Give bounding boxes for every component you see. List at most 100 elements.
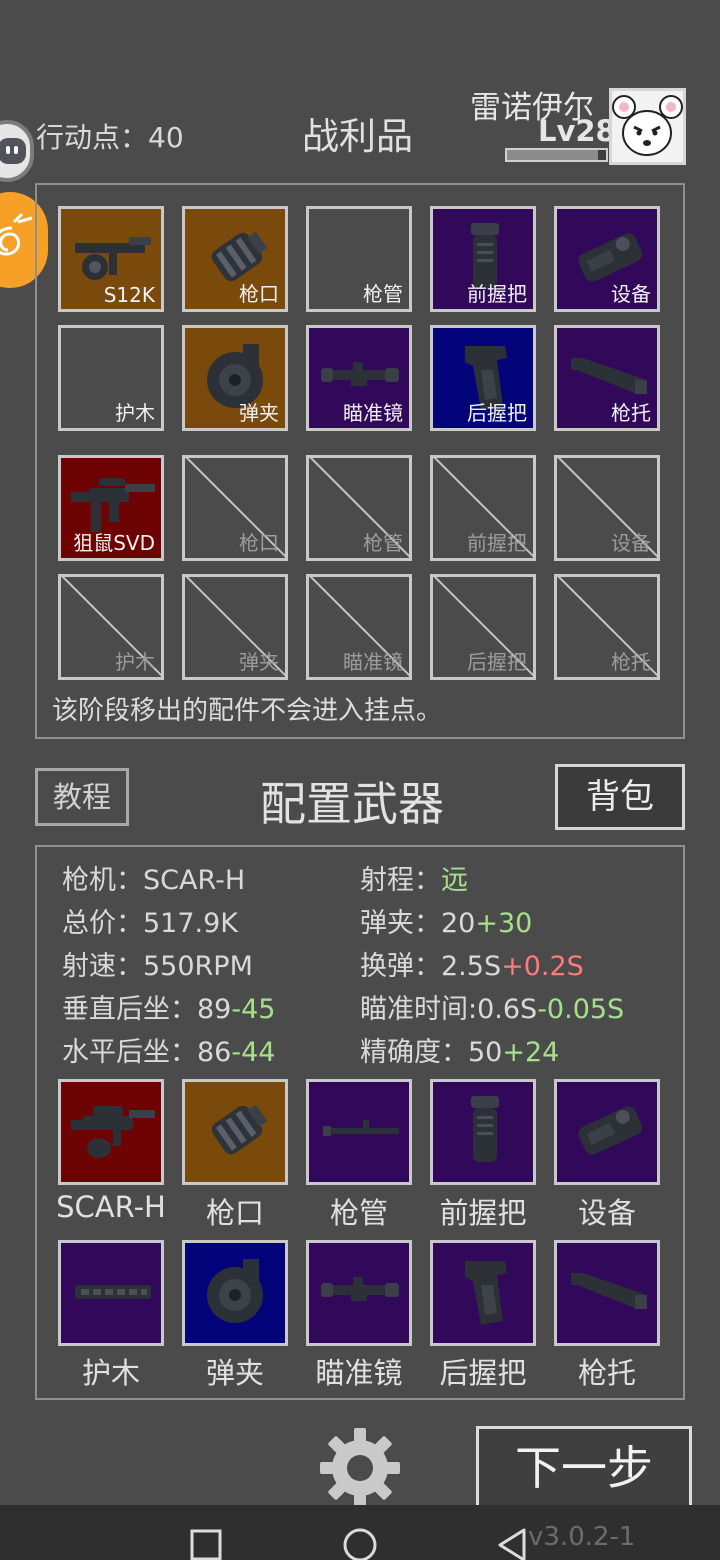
slot-label: S12K	[103, 283, 155, 307]
stat-delta: -0.05S	[537, 994, 625, 1025]
config-slot-label: 瞄准镜	[315, 1356, 403, 1390]
gear-icon	[320, 1428, 400, 1508]
slot-item[interactable]	[554, 1240, 660, 1346]
slot-item[interactable]	[182, 1240, 288, 1346]
slot-label: 枪管	[363, 531, 403, 555]
stat-receiver: 枪机：SCAR-H	[62, 858, 245, 897]
stat-label: 精确度：	[360, 1037, 468, 1068]
slot-locked: 枪管	[306, 455, 412, 561]
slot-label: 护木	[115, 650, 155, 674]
stat-accuracy: 精确度：50+24	[360, 1030, 559, 1069]
slot-label: 设备	[611, 531, 651, 555]
slot-empty[interactable]: 枪管	[306, 206, 412, 312]
slot-locked: 设备	[554, 455, 660, 561]
stat-delta: +24	[502, 1037, 560, 1068]
backpack-button[interactable]: 背包	[555, 764, 685, 830]
stat-delta: +30	[475, 908, 533, 939]
stat-delta: -45	[231, 994, 276, 1025]
slot-label: 后握把	[467, 650, 527, 674]
slot-item[interactable]	[306, 1240, 412, 1346]
stat-value: 0.6S	[477, 994, 538, 1025]
handguard-icon	[75, 1285, 151, 1299]
home-icon[interactable]	[342, 1527, 378, 1560]
config-slot-label: 枪管	[329, 1196, 388, 1230]
stat-value: 550RPM	[143, 951, 253, 982]
foregrip-icon	[471, 1096, 499, 1162]
slot-item[interactable]: 前握把	[430, 206, 536, 312]
avatar[interactable]	[609, 88, 686, 165]
stat-label: 弹夹：	[360, 908, 441, 939]
slot-item[interactable]: 枪口	[182, 206, 288, 312]
slot-item[interactable]: 后握把	[430, 325, 536, 431]
config-slot-label: 弹夹	[205, 1356, 264, 1390]
stat-range: 射程：远	[360, 858, 468, 897]
assault-rifle-icon	[71, 1106, 155, 1158]
slot-label: 瞄准镜	[343, 650, 403, 674]
config-slot-label: 后握把	[439, 1356, 527, 1390]
config-slot-label: SCAR-H	[56, 1190, 166, 1224]
player-level: Lv28	[538, 114, 616, 148]
slot-empty[interactable]: 护木	[58, 325, 164, 431]
stat-value: 50	[468, 1037, 503, 1068]
stock-icon	[571, 1273, 647, 1309]
stat-value: 517.9K	[143, 908, 239, 939]
stat-label: 总价：	[62, 908, 143, 939]
slot-locked: 瞄准镜	[306, 574, 412, 680]
slot-label: 枪口	[239, 282, 279, 306]
slot-item[interactable]	[58, 1079, 164, 1185]
back-icon[interactable]	[496, 1527, 528, 1560]
slot-item[interactable]	[182, 1079, 288, 1185]
slot-item[interactable]	[430, 1240, 536, 1346]
slot-locked: 枪托	[554, 574, 660, 680]
slot-item[interactable]	[554, 1079, 660, 1185]
stat-vertical-recoil: 垂直后坐：89-45	[62, 987, 275, 1026]
stat-price: 总价：517.9K	[62, 901, 238, 940]
slot-label: 枪管	[363, 282, 403, 306]
assistant-bot-button[interactable]	[0, 120, 34, 182]
stat-label: 水平后坐：	[62, 1037, 197, 1068]
recents-icon[interactable]	[190, 1529, 222, 1560]
slot-locked: 护木	[58, 574, 164, 680]
scope-icon	[321, 1277, 399, 1301]
slot-item[interactable]: 弹夹	[182, 325, 288, 431]
barrel-icon	[323, 1120, 399, 1136]
drum-magazine-icon	[207, 1259, 263, 1323]
config-slot-label: 设备	[577, 1196, 636, 1230]
slot-item[interactable]: S12K	[58, 206, 164, 312]
version-label: v3.0.2-1	[528, 1522, 636, 1552]
config-slot-label: 前握把	[439, 1196, 527, 1230]
stat-label: 射程：	[360, 865, 441, 896]
slot-locked: 枪口	[182, 455, 288, 561]
slot-item[interactable]	[306, 1079, 412, 1185]
slot-label: 狙鼠SVD	[73, 531, 155, 555]
slot-locked: 前握把	[430, 455, 536, 561]
stat-value: SCAR-H	[143, 865, 246, 896]
slot-label: 护木	[115, 401, 155, 425]
slot-label: 瞄准镜	[343, 401, 403, 425]
slot-item[interactable]: 设备	[554, 206, 660, 312]
settings-button[interactable]	[318, 1426, 402, 1510]
slot-item[interactable]	[430, 1079, 536, 1185]
bot-face-icon	[0, 138, 26, 164]
slot-item[interactable]: 枪托	[554, 325, 660, 431]
stat-label: 射速：	[62, 951, 143, 982]
slot-item[interactable]	[58, 1240, 164, 1346]
stat-value: 89	[197, 994, 232, 1025]
stat-label: 瞄准时间:	[360, 994, 478, 1025]
slot-item[interactable]: 瞄准镜	[306, 325, 412, 431]
config-slot-label: 枪托	[577, 1356, 636, 1390]
stat-label: 换弹：	[360, 951, 441, 982]
tutorial-button[interactable]: 教程	[35, 768, 129, 826]
slot-locked: 后握把	[430, 574, 536, 680]
slot-item[interactable]: 狙鼠SVD	[58, 455, 164, 561]
stat-horizontal-recoil: 水平后坐：86-44	[62, 1030, 275, 1069]
stat-fire-rate: 射速：550RPM	[62, 944, 253, 983]
next-step-button[interactable]: 下一步	[476, 1426, 692, 1510]
stat-aim-time: 瞄准时间:0.6S-0.05S	[360, 987, 624, 1026]
slot-label: 枪托	[611, 401, 651, 425]
stat-label: 垂直后坐：	[62, 994, 197, 1025]
pistol-grip-icon	[465, 1261, 507, 1325]
slot-locked: 弹夹	[182, 574, 288, 680]
slot-label: 枪口	[239, 531, 279, 555]
stat-delta: +0.2S	[501, 951, 584, 982]
